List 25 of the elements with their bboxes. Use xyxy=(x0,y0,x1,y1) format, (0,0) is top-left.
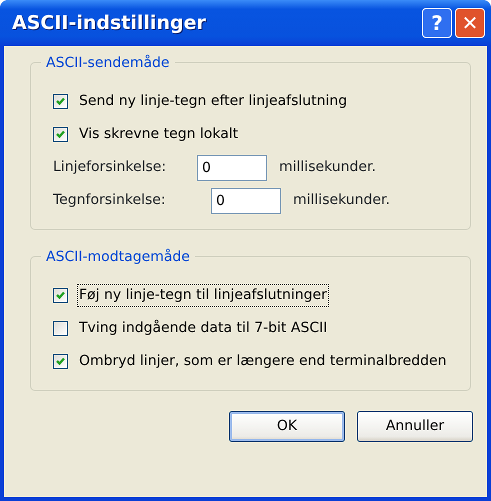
checkbox-label[interactable]: Vis skrevne tegn lokalt xyxy=(77,123,240,146)
field-label: Tegnforsinkelse: xyxy=(53,191,167,210)
unit-label: millisekunder. xyxy=(279,158,376,177)
checkbox[interactable] xyxy=(53,94,68,109)
close-button[interactable]: ✕ xyxy=(455,8,485,38)
checkmark-icon xyxy=(54,289,67,302)
checkbox-label[interactable]: Føj ny linje-tegn til linjeafslutninger xyxy=(77,284,329,307)
ok-button[interactable]: OK xyxy=(229,411,345,442)
checkbox-label[interactable]: Ombryd linjer, som er længere end terminalbredden xyxy=(77,350,449,373)
checkbox[interactable] xyxy=(53,288,68,303)
checkbox[interactable] xyxy=(53,127,68,142)
help-button[interactable]: ? xyxy=(422,8,452,38)
checkmark-icon xyxy=(54,355,67,368)
checkbox-label[interactable]: Tving indgående data til 7-bit ASCII xyxy=(77,317,330,340)
cancel-button[interactable]: Annuller xyxy=(357,411,473,442)
field-label: Linjeforsinkelse: xyxy=(53,158,168,177)
checkmark-icon xyxy=(54,95,67,108)
input-field[interactable]: 0 xyxy=(211,188,281,214)
checkbox[interactable] xyxy=(53,354,68,369)
checkbox[interactable] xyxy=(53,321,68,336)
checkmark-icon xyxy=(54,128,67,141)
unit-label: millisekunder. xyxy=(293,191,390,210)
window-title: ASCII-indstillinger xyxy=(12,10,207,36)
checkbox-label[interactable]: Send ny linje-tegn efter linjeafslutning xyxy=(77,90,350,113)
input-field[interactable]: 0 xyxy=(197,154,267,180)
